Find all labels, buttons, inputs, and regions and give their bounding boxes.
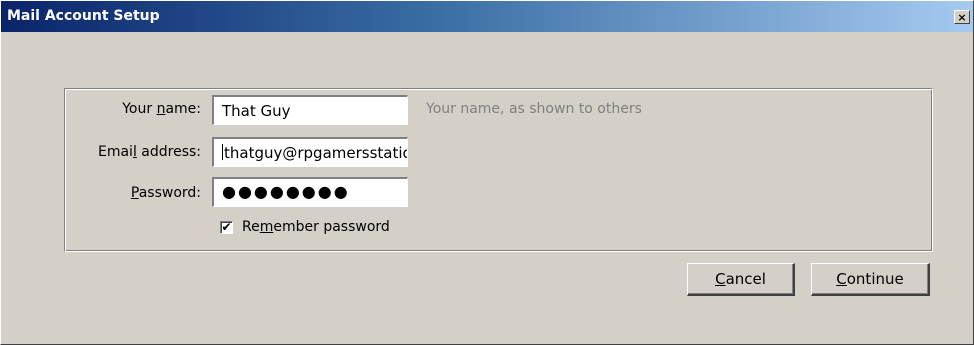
mail-account-setup-dialog: Mail Account Setup × Your name: That Guy… bbox=[0, 0, 974, 345]
email-input[interactable]: thatguy@rpgamersstatio bbox=[212, 137, 408, 167]
continue-button[interactable]: Continue bbox=[811, 263, 930, 296]
remember-password-label[interactable]: Remember password bbox=[242, 219, 390, 235]
password-input-value: ●●●●●●●● bbox=[222, 182, 350, 201]
email-label: Email address: bbox=[97, 144, 201, 160]
name-hint: Your name, as shown to others bbox=[426, 101, 642, 117]
remember-password-checkbox[interactable]: ✔ bbox=[220, 220, 233, 234]
name-input[interactable]: That Guy bbox=[212, 95, 408, 125]
title-bar[interactable]: Mail Account Setup × bbox=[1, 1, 973, 32]
email-input-value: thatguy@rpgamersstatio bbox=[224, 144, 408, 162]
password-label: Password: bbox=[130, 185, 201, 201]
text-caret bbox=[222, 144, 223, 160]
cancel-button[interactable]: Cancel bbox=[687, 263, 795, 296]
window-title: Mail Account Setup bbox=[7, 8, 160, 24]
name-label: Your name: bbox=[122, 101, 201, 117]
name-input-value: That Guy bbox=[222, 102, 291, 120]
password-input[interactable]: ●●●●●●●● bbox=[212, 177, 408, 207]
close-icon[interactable]: × bbox=[954, 10, 970, 24]
checkmark-icon: ✔ bbox=[221, 220, 232, 234]
remember-password-row[interactable]: ✔ Remember password bbox=[220, 219, 390, 235]
